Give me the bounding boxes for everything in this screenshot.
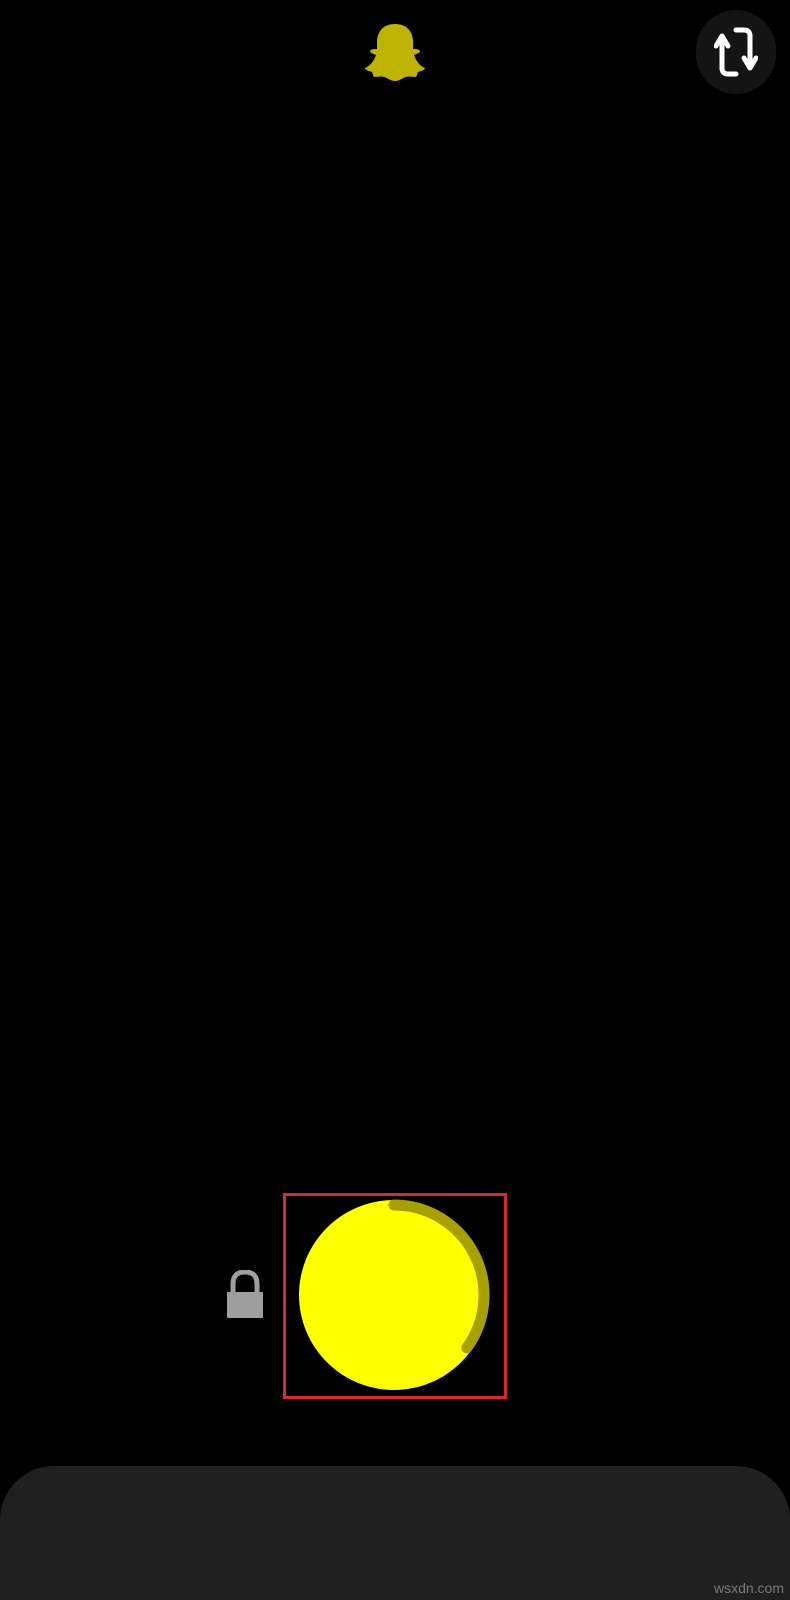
- flip-camera-button[interactable]: [696, 10, 776, 94]
- bottom-sheet[interactable]: [0, 1466, 790, 1600]
- flip-camera-icon: [714, 27, 758, 77]
- camera-screen: wsxdn.com: [0, 0, 790, 1600]
- lock-icon[interactable]: [225, 1269, 265, 1320]
- watermark-text: wsxdn.com: [713, 1580, 784, 1596]
- record-circle-icon: [299, 1199, 490, 1390]
- snapchat-ghost-icon: [364, 22, 426, 82]
- record-button[interactable]: [294, 1197, 494, 1393]
